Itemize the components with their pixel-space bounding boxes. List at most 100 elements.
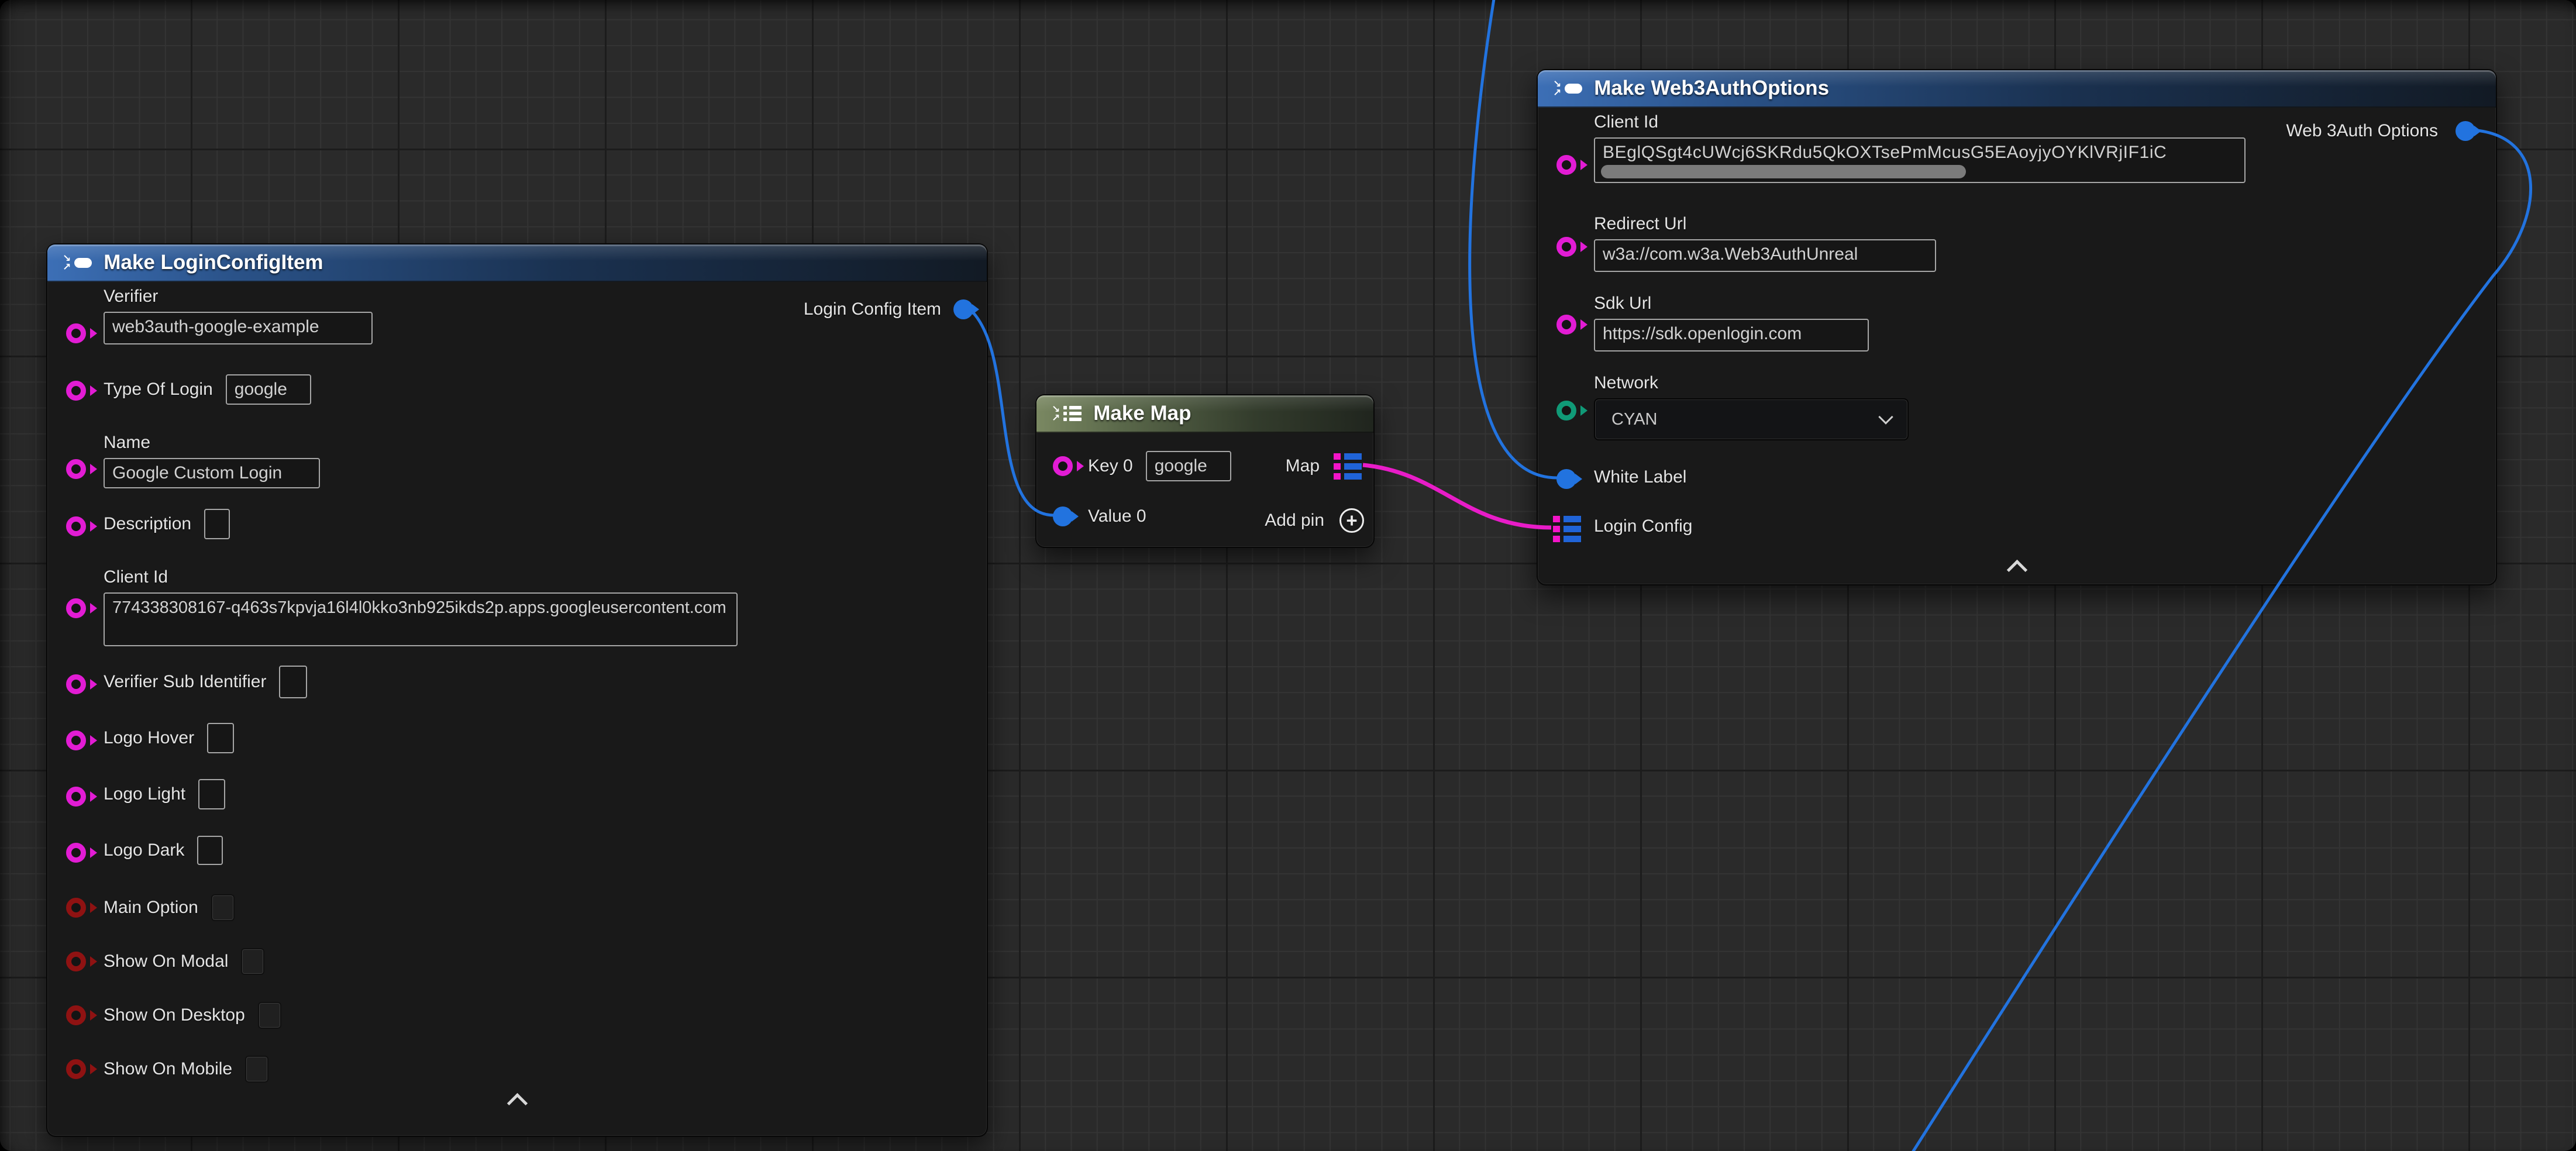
text-input-value: 774338308167-q463s7kpvja16l4l0kko3nb925i… [112,598,726,617]
checkbox[interactable] [241,948,264,975]
pin-label: Network [1594,373,1909,393]
pin-label: White Label [1594,467,1686,487]
string-pin-verifier-sub-identifier[interactable] [66,674,86,694]
pin-row-main-option: Main Option [104,894,235,922]
text-input-value: google [1155,456,1207,475]
string-pin-client-id[interactable] [1556,155,1576,175]
pin-label: Logo Light [104,784,185,804]
struct-pin-white-label[interactable] [1556,469,1576,489]
string-pin-logo-dark[interactable] [66,843,86,863]
add-pin-label[interactable]: Add pin [1265,506,1324,535]
pin-label: Redirect Url [1594,214,1936,234]
text-input-client-id[interactable]: 774338308167-q463s7kpvja16l4l0kko3nb925i… [104,592,738,646]
pin-label: Main Option [104,898,198,918]
collapse-node-button[interactable] [507,1094,527,1109]
pin-row-client-id: Client Id BEglQSgt4cUWcj6SKRdu5QkOXTsePmM… [1594,112,2246,183]
enum-pin-network[interactable] [1556,401,1576,421]
text-input-key-0[interactable]: google [1146,451,1231,481]
output-pin-label: Login Config Item [804,295,941,323]
string-pin-logo-hover[interactable] [66,730,86,750]
pin-label: Description [104,514,191,534]
output-pin-label: Web 3Auth Options [2286,117,2438,145]
pin-label: Client Id [1594,112,2246,132]
text-input-sdk-url[interactable]: https://sdk.openlogin.com [1594,319,1869,351]
node-title: Make Web3AuthOptions [1594,77,1829,100]
pin-label: Sdk Url [1594,294,1869,313]
text-input-redirect-url[interactable]: w3a://com.w3a.Web3AuthUnreal [1594,239,1936,272]
pin-row-type-of-login: Type Of Login google [104,375,311,404]
make-struct-icon: ↘↗ [1553,80,1582,97]
node-make-web3authoptions[interactable]: ↘↗ Make Web3AuthOptions Client Id BEglQSg… [1537,69,2497,585]
empty-text-box[interactable] [204,509,230,539]
bool-pin-show-on-modal[interactable] [66,952,86,971]
struct-pin-web-3auth-options[interactable] [2456,121,2475,141]
pin-label: Key 0 [1088,456,1133,476]
string-pin-sdk-url[interactable] [1556,315,1576,335]
empty-text-box[interactable] [198,779,225,809]
checkbox[interactable] [245,1056,268,1083]
pin-row-verifier-sub-identifier: Verifier Sub Identifier [104,668,307,696]
bool-pin-show-on-desktop[interactable] [66,1005,86,1025]
string-pin-client-id[interactable] [66,598,86,618]
string-pin-verifier[interactable] [66,323,86,343]
make-struct-icon: ↘↗ [63,254,92,271]
pin-row-description: Description [104,510,230,538]
string-pin-key-0[interactable] [1053,456,1073,476]
struct-pin-login-config-item[interactable] [953,299,973,319]
node-header: ↘↗ Make LoginConfigItem [47,244,987,282]
pin-row-network: Network CYAN [1594,373,1909,440]
checkbox[interactable] [258,1002,281,1029]
pin-row-name: Name Google Custom Login [104,433,320,488]
string-pin-logo-light[interactable] [66,787,86,807]
string-pin-description[interactable] [66,516,86,536]
dropdown-selected-value: CYAN [1611,410,1657,429]
add-pin-icon[interactable]: + [1339,508,1364,533]
pin-label: Show On Mobile [104,1059,232,1079]
pin-label: Verifier [104,287,373,306]
bool-pin-main-option[interactable] [66,898,86,918]
network-dropdown[interactable]: CYAN [1594,398,1909,440]
pin-row-show-on-mobile: Show On Mobile [104,1055,268,1083]
string-pin-redirect-url[interactable] [1556,237,1576,257]
pin-row-sdk-url: Sdk Url https://sdk.openlogin.com [1594,294,1869,351]
map-pin-map[interactable] [1334,453,1362,480]
text-input-client-id[interactable]: BEglQSgt4cUWcj6SKRdu5QkOXTsePmMcusG5EAoy… [1594,137,2246,183]
node-header: ↘↗ Make Web3AuthOptions [1538,70,2496,108]
text-input-type-of-login[interactable]: google [226,374,311,405]
struct-pin-value-0[interactable] [1053,506,1073,526]
bool-pin-show-on-mobile[interactable] [66,1059,86,1079]
text-input-verifier[interactable]: web3auth-google-example [104,312,373,344]
node-header: ↘↗ Make Map [1036,395,1373,433]
pin-label: Name [104,433,320,453]
string-pin-name[interactable] [66,459,86,479]
pin-label: Logo Hover [104,728,194,748]
map-pin-login-config[interactable] [1553,516,1581,542]
node-make-loginconfigitem[interactable]: ↘↗ Make LoginConfigItem Verifier web3auth… [46,243,988,1137]
pin-row-logo-dark: Logo Dark [104,836,223,864]
node-make-map[interactable]: ↘↗ Make Map Key 0googleValue 0MapAdd pin… [1035,394,1375,548]
collapse-node-button[interactable] [2007,560,2027,576]
empty-text-box[interactable] [207,723,234,753]
pin-label: Verifier Sub Identifier [104,672,266,692]
pin-row-show-on-modal: Show On Modal [104,947,264,976]
text-input-value: Google Custom Login [112,463,282,483]
pin-label: Type Of Login [104,380,213,399]
pin-row-verifier: Verifier web3auth-google-example [104,287,373,344]
chevron-down-icon [1878,409,1893,424]
text-input-name[interactable]: Google Custom Login [104,458,320,488]
pin-row-login-config: Login Config [1594,512,1692,540]
checkbox[interactable] [211,894,235,921]
pin-label: Logo Dark [104,840,184,860]
text-input-value: w3a://com.w3a.Web3AuthUnreal [1603,244,1858,264]
pin-row-logo-light: Logo Light [104,780,225,808]
make-map-icon: ↘↗ [1052,405,1082,422]
string-pin-type-of-login[interactable] [66,381,86,401]
node-title: Make Map [1093,402,1191,425]
empty-text-box[interactable] [279,666,307,698]
text-input-value: web3auth-google-example [112,317,319,336]
pin-row-client-id: Client Id774338308167-q463s7kpvja16l4l0k… [104,567,738,646]
blueprint-graph-canvas[interactable]: ↘↗ Make LoginConfigItem Verifier web3auth… [0,0,2576,1151]
output-pin-label: Map [1286,452,1320,480]
empty-text-box[interactable] [197,836,223,865]
horizontal-scrollbar-thumb[interactable] [1601,165,1966,178]
